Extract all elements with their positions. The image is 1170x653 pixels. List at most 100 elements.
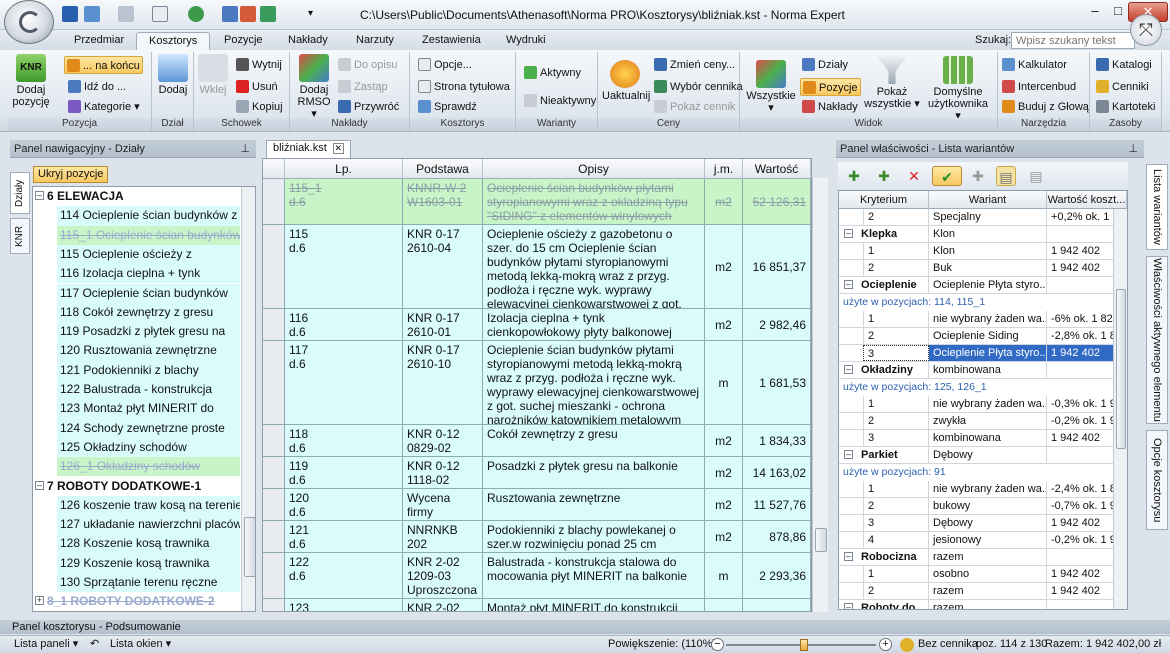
select-variant-icon[interactable]: ✔ bbox=[932, 166, 962, 186]
criterion-row[interactable]: – Klepka Klon bbox=[839, 226, 1127, 243]
tree-position[interactable]: 114 Ocieplenie ścian budynków z bbox=[57, 206, 240, 226]
add-variant-icon[interactable]: ✚ bbox=[874, 166, 894, 186]
table-row[interactable]: 119 d.6 KNR 0-12 1118-02 Posadzki z płytek… bbox=[263, 457, 811, 489]
criterion-row[interactable]: – Ocieplenie Ocieplenie Płyta styro... bbox=[839, 277, 1127, 294]
zoom-slider-thumb[interactable] bbox=[800, 639, 808, 651]
tools-icon[interactable] bbox=[240, 6, 256, 22]
tab-variant-list[interactable]: Lista wariantów bbox=[1146, 164, 1168, 250]
variants-scroll-thumb[interactable] bbox=[1116, 289, 1126, 449]
column-lp[interactable]: Lp. bbox=[285, 159, 403, 179]
variant-row[interactable]: 3 kombinowana 1 942 402 bbox=[839, 430, 1127, 447]
criterion-row[interactable]: – Robocizna razem bbox=[839, 549, 1127, 566]
table-row[interactable]: 121 d.6NNRNKB 202 0541-02Podokienniki z … bbox=[263, 521, 811, 553]
document-icon[interactable]: ▤ bbox=[996, 166, 1016, 186]
table-row[interactable]: 118 d.6 KNR 0-12 0829-02 Cokół zewnętrzy z… bbox=[263, 425, 811, 457]
to-description-button[interactable]: Do opisu bbox=[336, 56, 399, 74]
show-all-button[interactable]: Pokaż wszystkie ▾ bbox=[864, 56, 920, 110]
sort-icon[interactable] bbox=[222, 6, 238, 22]
delete-variant-icon[interactable]: ✕ bbox=[904, 166, 924, 186]
tree-position[interactable]: 115_1 Ocieplenie ścian budynków bbox=[57, 225, 240, 245]
tree-scroll-thumb[interactable] bbox=[244, 517, 255, 577]
tree-position[interactable]: 126_1 Okładziny schodów bbox=[57, 457, 240, 477]
tab-dzialy[interactable]: Działy bbox=[10, 172, 30, 214]
all-view-button[interactable]: Wszystkie ▾ bbox=[746, 60, 796, 114]
options-button[interactable]: Opcje... bbox=[416, 56, 474, 74]
document-tab[interactable]: bliźniak.kst ✕ bbox=[266, 140, 351, 158]
sections-view-button[interactable]: Działy bbox=[800, 56, 850, 74]
tree-position[interactable]: 118 Cokół zewnętrzy z gresu bbox=[57, 302, 240, 323]
copy-button[interactable]: Kopiuj bbox=[234, 98, 285, 116]
tree-position[interactable]: 116 Izolacja cieplna + tynk bbox=[57, 264, 240, 284]
globe-icon[interactable] bbox=[188, 6, 204, 22]
choose-pricelist-button[interactable]: Wybór cennika bbox=[652, 78, 745, 96]
variant-row[interactable]: 3 Ocieplenie Płyta styro... 1 942 402 bbox=[839, 345, 1127, 362]
column-base[interactable]: Podstawa bbox=[403, 159, 483, 179]
tree-position[interactable]: 124 Schody zewnętrzne proste bbox=[57, 418, 240, 438]
positions-view-button[interactable]: Pozycje bbox=[800, 78, 861, 96]
column-description[interactable]: Opisy bbox=[483, 159, 705, 179]
variant-row[interactable]: 1 osobno 1 942 402 bbox=[839, 566, 1127, 583]
tree-position[interactable]: 117 Ocieplenie ścian budynków bbox=[57, 283, 240, 303]
show-pricelist-button[interactable]: Pokaż cennik bbox=[652, 98, 737, 116]
variant-row[interactable]: 1 nie wybrany żaden wa... -0,3% ok. 1 9... bbox=[839, 396, 1127, 413]
window-list-menu[interactable]: Lista okien ▾ bbox=[110, 636, 171, 653]
variant-row[interactable]: 2 zwykła -0,2% ok. 1 9... bbox=[839, 413, 1127, 430]
panel-list-menu[interactable]: Lista paneli ▾ bbox=[14, 636, 78, 653]
column-unit[interactable]: j.m. bbox=[705, 159, 743, 179]
variant-row[interactable]: 2 Ocieplenie Siding -2,8% ok. 1 8... bbox=[839, 328, 1127, 345]
tab-narzuty[interactable]: Narzuty bbox=[344, 32, 406, 50]
check-button[interactable]: Sprawdź bbox=[416, 98, 479, 116]
application-menu-button[interactable] bbox=[4, 0, 54, 44]
collapse-icon[interactable]: – bbox=[844, 229, 853, 238]
tab-wydruki[interactable]: Wydruki bbox=[494, 32, 558, 50]
user-default-button[interactable]: Domyślne użytkownika ▾ bbox=[924, 56, 992, 122]
collapse-icon[interactable]: – bbox=[844, 280, 853, 289]
redo-icon[interactable] bbox=[118, 6, 134, 22]
collapse-icon[interactable]: – bbox=[844, 450, 853, 459]
tab-estimate-options[interactable]: Opcje kosztorysu bbox=[1146, 430, 1168, 530]
variant-row[interactable]: 2 razem 1 942 402 bbox=[839, 583, 1127, 600]
criterion-row[interactable]: – Roboty do... razem bbox=[839, 600, 1127, 609]
collapse-icon[interactable]: – bbox=[844, 365, 853, 374]
cards-button[interactable]: Kartoteki bbox=[1094, 98, 1157, 116]
fullscreen-icon[interactable]: ⤧ bbox=[1130, 14, 1162, 46]
tab-zestawienia[interactable]: Zestawienia bbox=[410, 32, 493, 50]
undo-small-icon[interactable]: ↶ bbox=[90, 636, 99, 653]
tab-naklady[interactable]: Nakłady bbox=[276, 32, 340, 50]
column-criterion[interactable]: Kryterium bbox=[839, 191, 929, 209]
pin-icon[interactable]: ⊥ bbox=[1128, 140, 1138, 158]
column-cost-value[interactable]: Wartość koszt... bbox=[1047, 191, 1127, 209]
tree-position[interactable]: 127 układanie nawierzchni placów bbox=[57, 515, 240, 535]
go-to-button[interactable]: Idź do ... bbox=[66, 78, 128, 96]
tree-position[interactable]: 120 Rusztowania zewnętrzne bbox=[57, 341, 240, 361]
column-value[interactable]: Wartość bbox=[743, 159, 811, 179]
variant-row[interactable]: 2 Buk 1 942 402 bbox=[839, 260, 1127, 277]
table-row[interactable]: 117 d.6 KNR 0-17 2610-10 Ocieplenie ścian … bbox=[263, 341, 811, 425]
catalogs-button[interactable]: Katalogi bbox=[1094, 56, 1154, 74]
build-from-glowa-button[interactable]: Buduj z Głową bbox=[1000, 98, 1091, 116]
tree-position[interactable]: 126 koszenie traw kosą na terenie bbox=[57, 495, 240, 516]
add-position-button[interactable]: KNR Dodaj pozycję bbox=[10, 54, 52, 108]
table-row[interactable]: 122 d.6 KNR 2-02 1209-03 Uproszczona Balus… bbox=[263, 553, 811, 599]
undo-icon[interactable] bbox=[84, 6, 100, 22]
update-button[interactable]: Uaktualnij bbox=[602, 60, 650, 102]
variant-row[interactable]: 1 nie wybrany żaden wa... -6% ok. 1 825... bbox=[839, 311, 1127, 328]
tab-pozycje[interactable]: Pozycje bbox=[212, 32, 275, 50]
hide-positions-button[interactable]: Ukryj pozycje bbox=[33, 166, 109, 183]
table-row[interactable]: 123 KNR 2-02 Montaż płyt MINERIT do konstr… bbox=[263, 599, 811, 611]
tree-position[interactable]: 121 Podokienniki z blachy bbox=[57, 360, 240, 380]
variant-row[interactable]: 1 nie wybrany żaden wa... -2,4% ok. 1 8... bbox=[839, 481, 1127, 498]
criterion-row[interactable]: – Okładziny kombinowana bbox=[839, 362, 1127, 379]
tree-section[interactable]: –7 ROBOTY DODATKOWE-1 bbox=[33, 477, 241, 496]
zoom-out-button[interactable]: − bbox=[711, 638, 724, 651]
table-row[interactable]: 115_1 d.6 KNNR-W 2 W1603-01 Ocieplenie ści… bbox=[263, 179, 811, 225]
replace-button[interactable]: Zastąp bbox=[336, 78, 390, 96]
grid-scrollbar[interactable] bbox=[812, 178, 828, 612]
pricelists-button[interactable]: Cenniki bbox=[1094, 78, 1151, 96]
zoom-in-button[interactable]: + bbox=[879, 638, 892, 651]
tree-position[interactable]: 125 Okładziny schodów bbox=[57, 437, 240, 458]
calculator-button[interactable]: Kalkulator bbox=[1000, 56, 1069, 74]
active-variant-button[interactable]: Aktywny bbox=[522, 64, 583, 82]
tab-kosztorys[interactable]: Kosztorys bbox=[136, 32, 211, 50]
tab-przedmiar[interactable]: Przedmiar bbox=[62, 32, 136, 50]
